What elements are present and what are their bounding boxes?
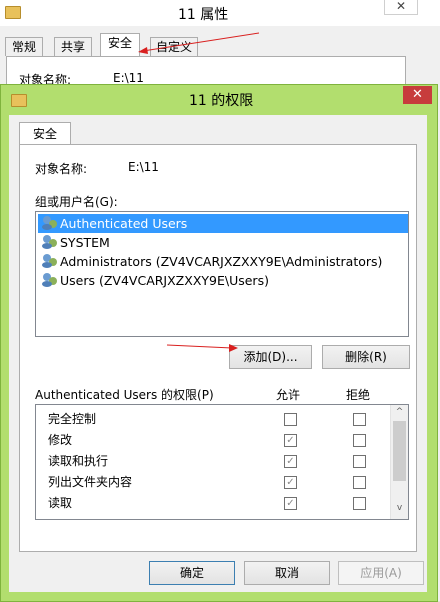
user-name: Users (ZV4VCARJXZXXY9E\Users) <box>60 273 269 288</box>
object-name-label: 对象名称: <box>35 162 88 176</box>
users-group-icon <box>42 216 58 231</box>
add-button[interactable]: 添加(D)... <box>229 345 312 369</box>
permission-row-full-control: 完全控制 <box>48 409 388 430</box>
scroll-up-arrow-icon[interactable]: ^ <box>391 407 408 417</box>
tab-general[interactable]: 常规 <box>5 37 43 56</box>
permissions-scrollbar[interactable]: ^ v <box>390 405 408 519</box>
deny-column-header: 拒绝 <box>346 388 371 402</box>
user-name: SYSTEM <box>60 235 110 250</box>
permissions-list: 完全控制 修改 ✓ 读取和执行 ✓ 列出文件夹内容 ✓ 读取 ✓ ^ v <box>35 404 409 520</box>
tab-security-dialog[interactable]: 安全 <box>19 122 71 145</box>
allow-checkbox[interactable]: ✓ <box>284 455 297 468</box>
background-window-title: 11 属性 <box>178 7 229 23</box>
tab-customize[interactable]: 自定义 <box>150 37 198 56</box>
tab-sharing[interactable]: 共享 <box>54 37 92 56</box>
allow-checkbox[interactable]: ✓ <box>284 476 297 489</box>
deny-checkbox[interactable] <box>353 413 366 426</box>
list-item-system[interactable]: SYSTEM <box>38 233 408 252</box>
user-name: Administrators (ZV4VCARJXZXXY9E\Administ… <box>60 254 383 269</box>
background-object-value: E:\11 <box>113 71 144 85</box>
deny-checkbox[interactable] <box>353 497 366 510</box>
users-group-icon <box>42 254 58 269</box>
permission-name: 修改 <box>48 433 73 447</box>
cancel-button[interactable]: 取消 <box>244 561 330 585</box>
folder-icon <box>5 6 21 19</box>
permission-name: 读取和执行 <box>48 454 109 468</box>
permission-row-list-folder: 列出文件夹内容 ✓ <box>48 472 388 493</box>
allow-checkbox[interactable] <box>284 413 297 426</box>
object-name-value: E:\11 <box>128 160 159 174</box>
allow-column-header: 允许 <box>276 388 301 402</box>
permission-name: 完全控制 <box>48 412 97 426</box>
list-item-authenticated-users[interactable]: Authenticated Users <box>38 214 408 233</box>
deny-checkbox[interactable] <box>353 476 366 489</box>
permission-row-read-execute: 读取和执行 ✓ <box>48 451 388 472</box>
apply-button: 应用(A) <box>338 561 424 585</box>
allow-checkbox[interactable]: ✓ <box>284 497 297 510</box>
users-group-icon <box>42 235 58 250</box>
remove-button[interactable]: 删除(R) <box>322 345 410 369</box>
user-name: Authenticated Users <box>60 216 188 231</box>
group-users-label: 组或用户名(G): <box>35 195 118 209</box>
dialog-close-button[interactable]: ✕ <box>403 86 432 104</box>
ok-button[interactable]: 确定 <box>149 561 235 585</box>
deny-checkbox[interactable] <box>353 455 366 468</box>
scroll-down-arrow-icon[interactable]: v <box>391 503 408 513</box>
users-group-icon <box>42 273 58 288</box>
permissions-title: Authenticated Users 的权限(P) <box>35 388 214 402</box>
permission-row-read: 读取 ✓ <box>48 493 388 514</box>
allow-checkbox[interactable]: ✓ <box>284 434 297 447</box>
folder-icon <box>11 94 27 107</box>
background-close-button[interactable]: ✕ <box>384 0 418 15</box>
scrollbar-thumb[interactable] <box>393 421 406 481</box>
permission-name: 读取 <box>48 496 73 510</box>
dialog-title: 11 的权限 <box>189 93 254 109</box>
permission-name: 列出文件夹内容 <box>48 475 133 489</box>
list-item-administrators[interactable]: Administrators (ZV4VCARJXZXXY9E\Administ… <box>38 252 408 271</box>
list-item-users[interactable]: Users (ZV4VCARJXZXXY9E\Users) <box>38 271 408 290</box>
users-listbox[interactable]: Authenticated Users SYSTEM Administrator… <box>35 211 409 337</box>
deny-checkbox[interactable] <box>353 434 366 447</box>
tab-security[interactable]: 安全 <box>100 33 140 57</box>
permission-row-modify: 修改 ✓ <box>48 430 388 451</box>
